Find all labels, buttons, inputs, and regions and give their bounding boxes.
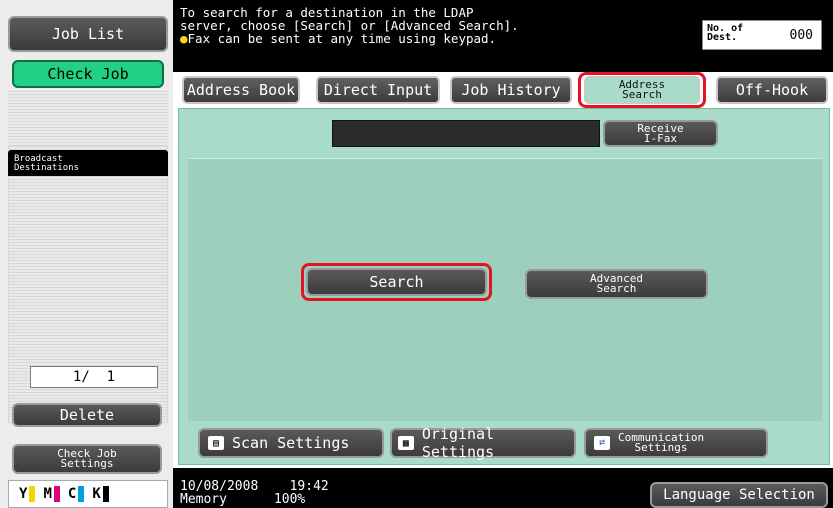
tab-address-search[interactable]: Address Search [584,76,700,104]
communication-settings-label: Communication Settings [618,431,705,454]
scan-icon: ▤ [208,436,224,450]
sidebar-divider [8,90,168,145]
memory-label: Memory [180,492,227,507]
search-button[interactable]: Search [306,268,487,296]
toner-k-label: K [92,486,101,502]
dest-count-label: No. of Dest. [707,23,744,43]
tab-job-history[interactable]: Job History [450,76,572,104]
communication-settings-button[interactable]: ⇄ Communication Settings [584,428,768,458]
language-selection-button[interactable]: Language Selection [650,482,828,508]
instruction-message: To search for a destination in the LDAP … [180,6,600,45]
toner-y-bar [29,486,36,502]
search-display-field [332,120,600,147]
original-settings-label: Original Settings [421,425,495,461]
search-options-area [188,158,822,421]
communication-icon: ⇄ [594,436,610,450]
job-list-button[interactable]: Job List [8,16,168,52]
destination-count: No. of Dest. 000 [702,20,822,50]
dest-count-value: 000 [789,28,813,43]
check-job-button[interactable]: Check Job [12,60,164,88]
scan-settings-label: Scan Settings [232,434,350,452]
original-icon: ▩ [398,436,414,450]
tab-off-hook[interactable]: Off-Hook [716,76,828,104]
toner-k-bar [102,486,109,502]
date-time-memory: 10/08/2008 19:42 Memory 100% [180,480,329,506]
check-job-settings-button[interactable]: Check Job Settings [12,444,162,474]
advanced-search-button[interactable]: Advanced Search [525,269,708,299]
scan-settings-button[interactable]: ▤ Scan Settings [198,428,384,458]
broadcast-destinations-title: Broadcast Destinations [8,150,168,176]
toner-c-label: C [67,486,77,502]
toner-y-label: Y [19,486,28,502]
toner-m-label: M [43,486,52,502]
tab-direct-input[interactable]: Direct Input [316,76,440,104]
lightbulb-icon: ● [180,31,188,46]
tab-address-book[interactable]: Address Book [182,76,300,104]
delete-button[interactable]: Delete [12,403,162,427]
toner-c-bar [78,486,85,502]
toner-m-bar [53,486,60,502]
original-settings-button[interactable]: ▩ Original Settings [390,425,576,461]
message-line-3: Fax can be sent at any time using keypad… [187,31,497,46]
toner-levels: Y M C K [8,480,168,508]
receive-ifax-button[interactable]: Receive I-Fax [603,120,718,147]
page-indicator: 1/ 1 [30,366,158,388]
memory-value: 100% [273,492,306,507]
